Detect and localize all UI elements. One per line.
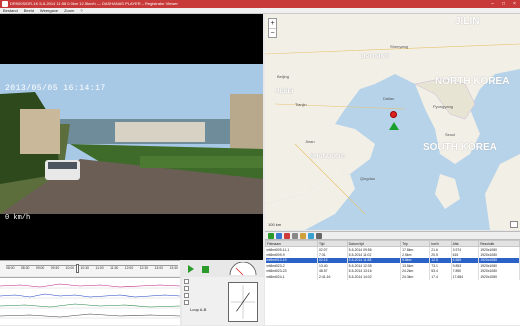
timeline-tick-label: 09:00 [35,266,45,270]
menu-item-zoom[interactable]: Zoom [64,8,74,13]
timeline-tick-label: 13:00 [154,266,164,270]
map-zoom-control: + − [268,18,277,38]
video-speed: 0 km/h [5,214,31,222]
map-label-shenyang: Shenyang [390,44,409,49]
app-icon [2,1,8,7]
file-table: Filenaam Tijd Datum tijd Trip km/h Afst. Resol… [264,240,520,325]
video-timestamp: 2013/05/05 16:14:17 [5,84,106,93]
add-icon[interactable] [268,233,274,239]
map-label-jinan: Jinan [305,139,315,144]
export-icon[interactable] [308,233,314,239]
timeline-tick-label: 10:00 [65,266,75,270]
timeline-tick-label: 12:00 [124,266,134,270]
timeline-ticks: 08:00 08:30 09:00 09:30 10:00 10:30 11:00 11:30… [6,266,178,270]
timeline-tick-label: 11:00 [95,266,104,270]
sensor-graph-lines [0,283,180,319]
open-icon[interactable] [276,233,282,239]
timeline-tick-label: 13:30 [169,266,178,270]
map-label-jilin: JILIN [455,16,480,27]
stop-icon[interactable] [202,265,209,273]
timeline-tick-label: 12:30 [139,266,149,270]
print-icon[interactable] [316,233,322,239]
graph-toggle-2[interactable] [184,286,189,291]
graph-toggle-1[interactable] [184,279,189,284]
fullscreen-icon[interactable] [510,221,518,228]
menu-item-help[interactable]: ? [80,8,82,13]
playback-controls [182,262,232,276]
table-row[interactable]: mt8mt024-1 2:41:16 5-5-2014 14:02 24.3km 17.… [265,274,520,280]
map-label-pyongyang: Pyongyang [433,104,454,109]
folder-icon[interactable] [300,233,306,239]
g-sensor-icon [228,282,258,322]
table-cell: 17.4 [429,274,452,280]
timeline-tick-label: 09:30 [50,266,60,270]
window-title: DR900S/DR-1K 5-5-2014 11:58 0.0km 12.5km… [10,1,178,6]
title-bar: DR900S/DR-1K 5-5-2014 11:58 0.0km 12.5km… [0,0,520,8]
map-label-seoul: Seoul [445,132,456,137]
minimize-icon[interactable]: – [489,1,496,7]
close-icon[interactable]: × [511,1,518,7]
table-cell: 5-5-2014 14:02 [347,274,402,280]
delete-icon[interactable] [284,233,290,239]
graph-toggle-4[interactable] [184,300,189,305]
timeline-tick-label: 08:00 [6,266,15,270]
timeline-panel[interactable]: 08:00 08:30 09:00 09:30 10:00 10:30 11:00 11:30… [0,260,180,276]
timeline-tick-label: 10:30 [80,266,90,270]
maximize-icon[interactable]: □ [500,1,507,7]
direction-arrow-icon [389,122,399,130]
graph-toggle-3[interactable] [184,293,189,298]
map-label-liaoning: LIAONING [360,54,390,60]
map-label-tianjin: Tianjin [295,102,307,107]
table-toolbar [265,231,520,240]
map-label-beijing: Beijing [277,74,290,79]
timeline-tick-label: 08:30 [20,266,30,270]
table-cell: 2:41:16 [317,274,348,280]
table-cell: 17.684 [451,274,480,280]
zoom-out-button[interactable]: − [269,28,276,37]
map-label-north-korea: NORTH KOREA [435,76,510,87]
graph-toggle-group [184,279,190,321]
map-scale: 100 km [268,222,282,227]
play-icon[interactable] [188,265,194,273]
table-cell: mt8mt024-1 [265,274,319,280]
menu-item-display[interactable]: Weergave [40,8,58,13]
loop-ab-label[interactable]: Loop A-B [190,307,206,312]
table-cell: 1920x1080 [478,274,520,280]
map-label-hebei: HEBEI [275,89,294,95]
timeline-tick-label: 11:30 [110,266,119,270]
menu-item-file[interactable]: Bestand [3,8,18,13]
table-cell: 24.3km [400,274,431,280]
zoom-in-button[interactable]: + [269,19,276,28]
video-panel[interactable]: 2013/05/05 16:14:17 0 km/h [0,14,263,260]
map-label-shandong: SHANDONG [310,154,346,160]
map-label-dalian: Dalian [383,96,395,101]
location-pin-icon[interactable] [390,111,397,118]
menu-item-view[interactable]: Beeld [24,8,34,13]
map-label-south-korea: SOUTH KOREA [423,142,497,153]
settings-icon[interactable] [292,233,298,239]
speedometer-icon [229,262,257,276]
map-label-qingdao: Qingdao [360,176,376,181]
map-panel[interactable]: + − JILIN NORTH KOREA SOUTH KOREA LIAONI… [265,14,520,230]
sensor-graphs [0,277,180,325]
